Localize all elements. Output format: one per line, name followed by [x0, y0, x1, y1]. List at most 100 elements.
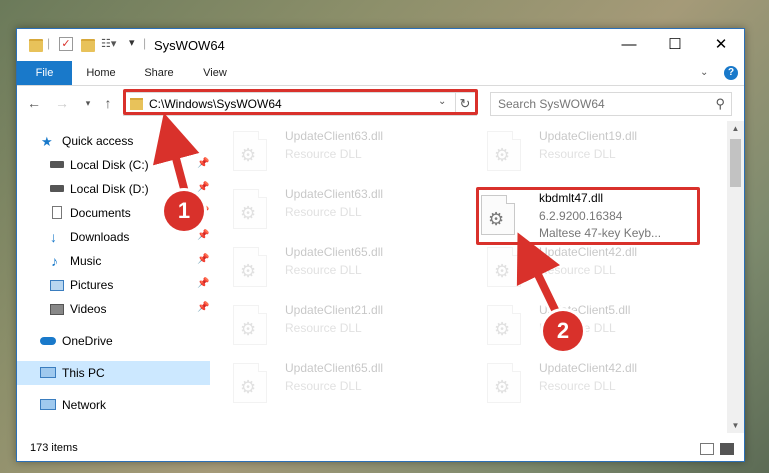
sidebar-item-label: Network	[62, 398, 107, 412]
back-arrow-icon[interactable]: ←	[25, 94, 43, 112]
search-icon[interactable]: ⚲	[715, 96, 725, 112]
tab-home[interactable]: Home	[79, 61, 123, 85]
ribbon-tabs: File Home Share View ⌄ ?	[17, 61, 744, 86]
file-type: Resource DLL	[285, 147, 362, 161]
pin-icon[interactable]: 📌	[197, 158, 209, 169]
tab-view[interactable]: View	[197, 61, 233, 85]
sidebar-item-label: OneDrive	[62, 334, 113, 348]
dll-file-icon: ⚙	[487, 363, 521, 403]
forward-arrow-icon[interactable]: →	[53, 94, 71, 112]
file-type: Resource DLL	[539, 263, 616, 277]
sidebar-item-label: Pictures	[70, 278, 114, 292]
sidebar-item-local-disk-c[interactable]: Local Disk (C:) 📌	[17, 153, 210, 177]
list-item[interactable]: ⚙ UpdateClient65.dll Resource DLL	[217, 357, 437, 409]
star-icon: ★	[41, 134, 53, 149]
list-item[interactable]: ⚙ UpdateClient63.dll Resource DLL	[217, 183, 437, 235]
list-item[interactable]: ⚙ UpdateClient19.dll Resource DLL	[471, 125, 691, 177]
file-type: Resource DLL	[539, 379, 616, 393]
large-icons-view-icon[interactable]	[720, 443, 734, 455]
sidebar-item-onedrive[interactable]: OneDrive	[17, 329, 210, 353]
tab-share[interactable]: Share	[139, 61, 179, 85]
dll-file-icon: ⚙	[487, 131, 521, 171]
file-name: UpdateClient21.dll	[285, 303, 384, 317]
list-item[interactable]: ⚙ UpdateClient65.dll Resource DLL	[217, 241, 437, 293]
dll-file-icon: ⚙	[487, 305, 521, 345]
sidebar-item-network[interactable]: Network	[17, 393, 210, 417]
navigation-bar: ← → ▾ ↑ C:\Windows\SysWOW64 ⌄ ↻ Search S…	[17, 86, 744, 120]
dll-file-icon: ⚙	[233, 305, 267, 345]
network-icon	[40, 399, 56, 410]
sidebar-item-label: Music	[70, 254, 102, 268]
sidebar-item-music[interactable]: ♪ Music 📌	[17, 249, 210, 273]
dll-file-icon: ⚙	[233, 363, 267, 403]
sidebar-item-label: Quick access	[62, 134, 134, 148]
computer-icon	[40, 367, 56, 378]
title-bar: | ✓ ☷▾ ▾ | SysWOW64 — ☐ ✕	[17, 29, 744, 61]
sidebar-item-label: Local Disk (D:)	[70, 182, 149, 196]
sidebar-item-label: This PC	[62, 366, 105, 380]
quick-access-dropdown-icon[interactable]: ▾	[129, 36, 135, 52]
dll-file-icon: ⚙	[233, 131, 267, 171]
separator: |	[47, 36, 51, 50]
minimize-button[interactable]: —	[606, 29, 652, 61]
folder-icon	[29, 39, 43, 52]
pin-icon[interactable]: 📌	[197, 254, 209, 265]
downloads-icon: ↓	[50, 229, 57, 245]
expand-ribbon-icon[interactable]: ⌄	[700, 67, 708, 78]
sidebar-item-videos[interactable]: Videos 📌	[17, 297, 210, 321]
file-type: Resource DLL	[285, 263, 362, 277]
sidebar-item-label: Local Disk (C:)	[70, 158, 149, 172]
dll-file-icon: ⚙	[487, 247, 521, 287]
pin-icon[interactable]: 📌	[197, 230, 209, 241]
sidebar-item-label: Downloads	[70, 230, 130, 244]
close-button[interactable]: ✕	[698, 29, 744, 61]
step-2-badge: 2	[543, 311, 583, 351]
music-icon: ♪	[51, 253, 58, 269]
details-view-icon[interactable]	[700, 443, 714, 455]
documents-icon	[52, 206, 62, 219]
up-arrow-icon[interactable]: ↑	[99, 94, 117, 112]
pin-icon[interactable]: 📌	[197, 182, 209, 193]
recent-locations-icon[interactable]: ▾	[79, 94, 97, 112]
scroll-down-icon[interactable]: ▼	[727, 421, 744, 430]
list-item[interactable]: ⚙ UpdateClient42.dll Resource DLL	[471, 357, 691, 409]
file-name: UpdateClient63.dll	[285, 187, 384, 201]
file-name: UpdateClient65.dll	[285, 245, 384, 259]
explorer-window: | ✓ ☷▾ ▾ | SysWOW64 — ☐ ✕ File Home Shar…	[16, 28, 745, 462]
status-bar: 173 items	[17, 437, 744, 461]
scrollbar-thumb[interactable]	[730, 139, 741, 187]
file-type: Resource DLL	[285, 321, 362, 335]
file-name: UpdateClient65.dll	[285, 361, 384, 375]
list-item[interactable]: ⚙ UpdateClient21.dll Resource DLL	[217, 299, 437, 351]
scroll-up-icon[interactable]: ▲	[727, 124, 744, 133]
file-type: Resource DLL	[285, 205, 362, 219]
pin-icon[interactable]: 📌	[197, 278, 209, 289]
pin-icon[interactable]: 📌	[197, 302, 209, 313]
maximize-button[interactable]: ☐	[652, 29, 698, 61]
help-icon[interactable]: ?	[724, 66, 738, 80]
drive-icon	[50, 161, 64, 168]
properties-icon[interactable]: ✓	[59, 37, 73, 51]
sidebar-item-this-pc[interactable]: This PC	[17, 361, 210, 385]
sidebar-item-label: Videos	[70, 302, 107, 316]
sidebar-item-pictures[interactable]: Pictures 📌	[17, 273, 210, 297]
step-1-badge: 1	[164, 191, 204, 231]
dll-file-icon: ⚙	[233, 189, 267, 229]
vertical-scrollbar[interactable]: ▲ ▼	[727, 121, 744, 433]
new-folder-icon[interactable]	[81, 39, 95, 52]
file-name: UpdateClient63.dll	[285, 129, 384, 143]
address-highlight-box	[123, 89, 478, 115]
item-count: 173 items	[30, 442, 78, 454]
list-item[interactable]: ⚙ UpdateClient42.dll Resource DLL	[471, 241, 691, 293]
search-input[interactable]: Search SysWOW64 ⚲	[490, 92, 732, 116]
file-name: UpdateClient42.dll	[539, 245, 638, 259]
file-list: ⚙ UpdateClient63.dll Resource DLL ⚙ Upda…	[217, 121, 727, 433]
file-highlight-box	[476, 187, 700, 245]
file-type: Resource DLL	[539, 147, 616, 161]
customize-toolbar-icon[interactable]: ☷▾	[101, 37, 116, 53]
file-name: UpdateClient42.dll	[539, 361, 638, 375]
sidebar-item-quick-access[interactable]: ★ Quick access	[17, 129, 210, 153]
tab-file[interactable]: File	[17, 61, 72, 85]
separator: |	[143, 36, 147, 50]
list-item[interactable]: ⚙ UpdateClient63.dll Resource DLL	[217, 125, 437, 177]
